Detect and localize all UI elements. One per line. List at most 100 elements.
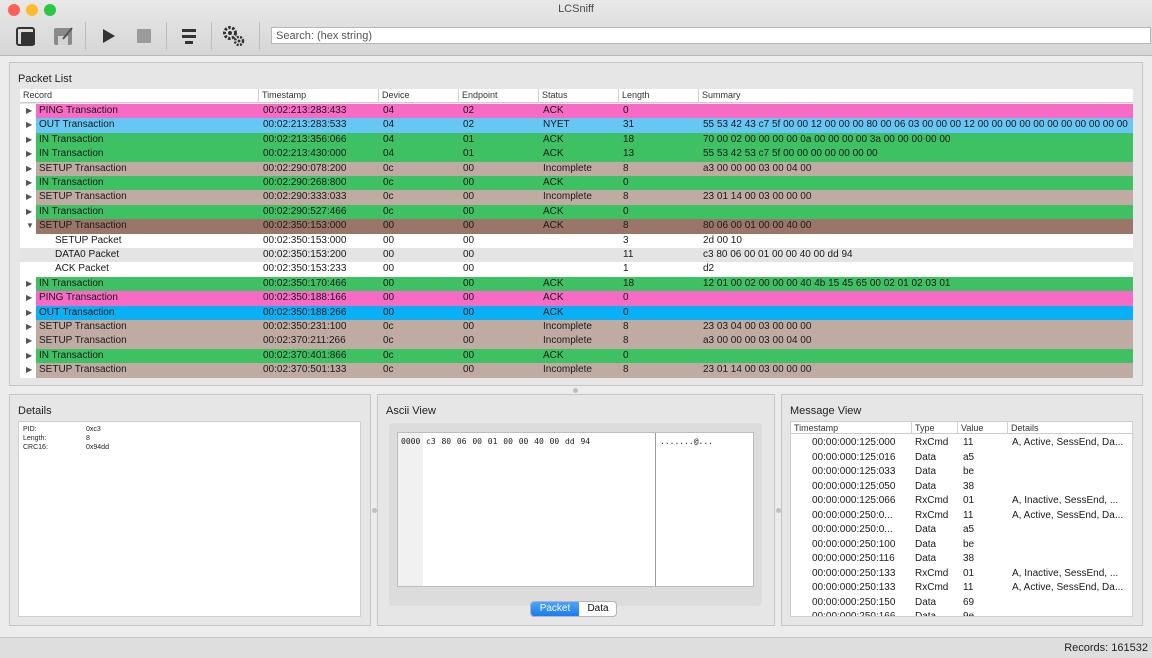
disclosure-collapsed-icon[interactable]: ▶ bbox=[26, 291, 32, 305]
disclosure-collapsed-icon[interactable]: ▶ bbox=[26, 104, 32, 118]
view-mode-segmented-control[interactable]: Packet Data bbox=[530, 601, 617, 617]
cell-type: Data bbox=[915, 466, 937, 477]
hex-editor[interactable]: 0000 c3 80 06 00 01 00 00 40 00 dd 94 ..… bbox=[397, 432, 754, 587]
table-row[interactable]: ▶ SETUP Transaction 00:02:370:501:133 0c 00 I… bbox=[20, 363, 1133, 378]
settings-button[interactable] bbox=[219, 22, 249, 50]
table-row[interactable]: ▶ SETUP Transaction 00:02:290:078:200 0c 00 I… bbox=[20, 161, 1133, 176]
cell-length: 0 bbox=[623, 292, 629, 304]
list-item[interactable]: 00:00:000:125:000 RxCmd 11 A, Active, SessE… bbox=[791, 436, 1132, 451]
vertical-splitter-handle[interactable] bbox=[573, 388, 578, 393]
table-row[interactable]: ACK Packet 00:02:350:153:233 00 00 1 d2 bbox=[20, 262, 1133, 277]
ascii-text[interactable]: .......@... bbox=[660, 437, 713, 446]
cell-details: A, Inactive, SessEnd, ... bbox=[1012, 495, 1119, 506]
column-header-device[interactable]: Device bbox=[379, 89, 459, 103]
column-header-summary[interactable]: Summary bbox=[699, 89, 1133, 103]
cell-status: ACK bbox=[543, 349, 564, 361]
cell-type: RxCmd bbox=[915, 437, 949, 448]
disclosure-collapsed-icon[interactable]: ▶ bbox=[26, 205, 32, 219]
list-item[interactable]: 00:00:000:250:150 Data 69 bbox=[791, 596, 1132, 611]
table-row[interactable]: ▶ IN Transaction 00:02:290:527:466 0c 00 ACK 0 bbox=[20, 204, 1133, 220]
list-item[interactable]: 00:00:000:125:016 Data a5 bbox=[791, 451, 1132, 466]
disclosure-collapsed-icon[interactable]: ▶ bbox=[26, 277, 32, 291]
table-row[interactable]: ▶ IN Transaction 00:02:290:268:800 0c 00 ACK 0 bbox=[20, 176, 1133, 191]
filter-button[interactable] bbox=[174, 22, 204, 50]
disclosure-collapsed-icon[interactable]: ▶ bbox=[26, 349, 32, 363]
table-row[interactable]: ▶ IN Transaction 00:02:213:430:000 04 01 ACK 1… bbox=[20, 147, 1133, 162]
column-header-status[interactable]: Status bbox=[539, 89, 619, 103]
save-button[interactable] bbox=[48, 22, 78, 50]
disclosure-collapsed-icon[interactable]: ▶ bbox=[26, 320, 32, 334]
cell-summary: 12 01 00 02 00 00 00 40 4b 15 45 65 00 0… bbox=[703, 277, 951, 289]
cell-status: Incomplete bbox=[543, 321, 592, 332]
cell-value: 38 bbox=[963, 553, 975, 564]
cell-summary: c3 80 06 00 01 00 00 40 00 dd 94 bbox=[703, 249, 853, 260]
cell-record: SETUP Transaction bbox=[39, 364, 127, 376]
cell-details: A, Active, SessEnd, Da... bbox=[1012, 509, 1124, 521]
column-header-timestamp[interactable]: Timestamp bbox=[259, 89, 379, 103]
cell-timestamp: 00:00:000:125:000 bbox=[812, 437, 896, 448]
disclosure-collapsed-icon[interactable]: ▶ bbox=[26, 118, 32, 132]
disclosure-collapsed-icon[interactable]: ▶ bbox=[26, 306, 32, 320]
column-header-endpoint[interactable]: Endpoint bbox=[459, 89, 539, 103]
disclosure-collapsed-icon[interactable]: ▶ bbox=[26, 363, 32, 377]
list-item[interactable]: 00:00:000:250:133 RxCmd 01 A, Inactive, Ses… bbox=[791, 567, 1132, 582]
list-item[interactable]: 00:00:000:250:0... RxCmd 11 A, Active, Sess… bbox=[791, 509, 1132, 524]
column-header-timestamp[interactable]: Timestamp bbox=[791, 422, 912, 434]
table-row[interactable]: ▶ IN Transaction 00:02:350:170:466 00 00 ACK 1… bbox=[20, 276, 1133, 292]
list-item[interactable]: 00:00:000:250:100 Data be bbox=[791, 538, 1132, 553]
table-row[interactable]: ▶ IN Transaction 00:02:213:356:066 04 01 ACK 1… bbox=[20, 132, 1133, 148]
disclosure-collapsed-icon[interactable]: ▶ bbox=[26, 162, 32, 176]
column-header-type[interactable]: Type bbox=[912, 422, 958, 434]
table-row[interactable]: ▶ PING Transaction 00:02:350:188:166 00 00 AC… bbox=[20, 291, 1133, 306]
cell-device: 0c bbox=[383, 162, 394, 174]
stop-icon bbox=[137, 29, 151, 43]
list-item[interactable]: 00:00:000:125:066 RxCmd 01 A, Inactive, Ses… bbox=[791, 494, 1132, 509]
column-header-value[interactable]: Value bbox=[958, 422, 1008, 434]
table-row[interactable]: ▶ SETUP Transaction 00:02:350:231:100 0c 00 I… bbox=[20, 320, 1133, 335]
cell-timestamp: 00:02:350:153:233 bbox=[263, 263, 347, 275]
cell-endpoint: 01 bbox=[463, 133, 475, 145]
tab-packet[interactable]: Packet bbox=[531, 602, 579, 616]
table-row[interactable]: ▶ PING Transaction 00:02:213:283:433 04 02 AC… bbox=[20, 104, 1133, 119]
table-row[interactable]: ▼ SETUP Transaction 00:02:350:153:000 00 00 A… bbox=[20, 219, 1133, 234]
cell-endpoint: 00 bbox=[463, 349, 475, 361]
cell-endpoint: 00 bbox=[463, 249, 475, 260]
message-view-table[interactable]: Timestamp Type Value Details 00:00:000:1… bbox=[790, 421, 1133, 617]
hex-bytes[interactable]: c3 80 06 00 01 00 00 40 00 dd 94 bbox=[426, 437, 590, 446]
table-row[interactable]: DATA0 Packet 00:02:350:153:200 00 00 11 c3 80… bbox=[20, 248, 1133, 263]
table-row[interactable]: ▶ SETUP Transaction 00:02:290:333:033 0c 00 I… bbox=[20, 190, 1133, 205]
list-item[interactable]: 00:00:000:250:133 RxCmd 11 A, Active, SessE… bbox=[791, 581, 1132, 596]
cell-type: RxCmd bbox=[915, 567, 949, 579]
list-item[interactable]: 00:00:000:125:050 Data 38 bbox=[791, 480, 1132, 495]
table-row[interactable]: ▶ SETUP Transaction 00:02:370:211:266 0c 00 I… bbox=[20, 334, 1133, 349]
cell-endpoint: 00 bbox=[463, 277, 475, 289]
list-item[interactable]: 00:00:000:250:166 Data 9e bbox=[791, 610, 1132, 616]
cell-endpoint: 00 bbox=[463, 220, 475, 232]
column-header-details[interactable]: Details bbox=[1008, 422, 1132, 434]
column-header-length[interactable]: Length bbox=[619, 89, 699, 103]
cell-type: Data bbox=[915, 480, 937, 492]
disclosure-expanded-icon[interactable]: ▼ bbox=[26, 219, 34, 233]
tab-data[interactable]: Data bbox=[579, 602, 616, 616]
disclosure-collapsed-icon[interactable]: ▶ bbox=[26, 176, 32, 190]
start-capture-button[interactable] bbox=[93, 22, 123, 50]
table-row[interactable]: ▶ IN Transaction 00:02:370:401:866 0c 00 ACK 0 bbox=[20, 348, 1133, 364]
list-item[interactable]: 00:00:000:125:033 Data be bbox=[791, 465, 1132, 480]
column-header-record[interactable]: Record bbox=[20, 89, 259, 103]
disclosure-collapsed-icon[interactable]: ▶ bbox=[26, 133, 32, 147]
disclosure-collapsed-icon[interactable]: ▶ bbox=[26, 334, 32, 348]
list-item[interactable]: 00:00:000:250:116 Data 38 bbox=[791, 552, 1132, 567]
table-row[interactable]: SETUP Packet 00:02:350:153:000 00 00 3 2d 00 … bbox=[20, 233, 1133, 248]
disclosure-collapsed-icon[interactable]: ▶ bbox=[26, 147, 32, 161]
table-row[interactable]: ▶ OUT Transaction 00:02:213:283:533 04 02 NYE… bbox=[20, 118, 1133, 133]
open-button[interactable] bbox=[11, 22, 41, 50]
cell-record: SETUP Transaction bbox=[39, 321, 127, 332]
cell-timestamp: 00:02:290:527:466 bbox=[263, 205, 347, 217]
list-item[interactable]: 00:00:000:250:0... Data a5 bbox=[791, 523, 1132, 538]
table-row[interactable]: ▶ OUT Transaction 00:02:350:188:266 00 00 ACK… bbox=[20, 305, 1133, 320]
disclosure-collapsed-icon[interactable]: ▶ bbox=[26, 190, 32, 204]
packet-list-table[interactable]: ▶ PING Transaction 00:02:213:283:433 04 02 AC… bbox=[20, 104, 1133, 378]
search-input[interactable] bbox=[271, 27, 1151, 44]
stop-capture-button[interactable] bbox=[129, 22, 159, 50]
cell-record: IN Transaction bbox=[39, 148, 104, 160]
